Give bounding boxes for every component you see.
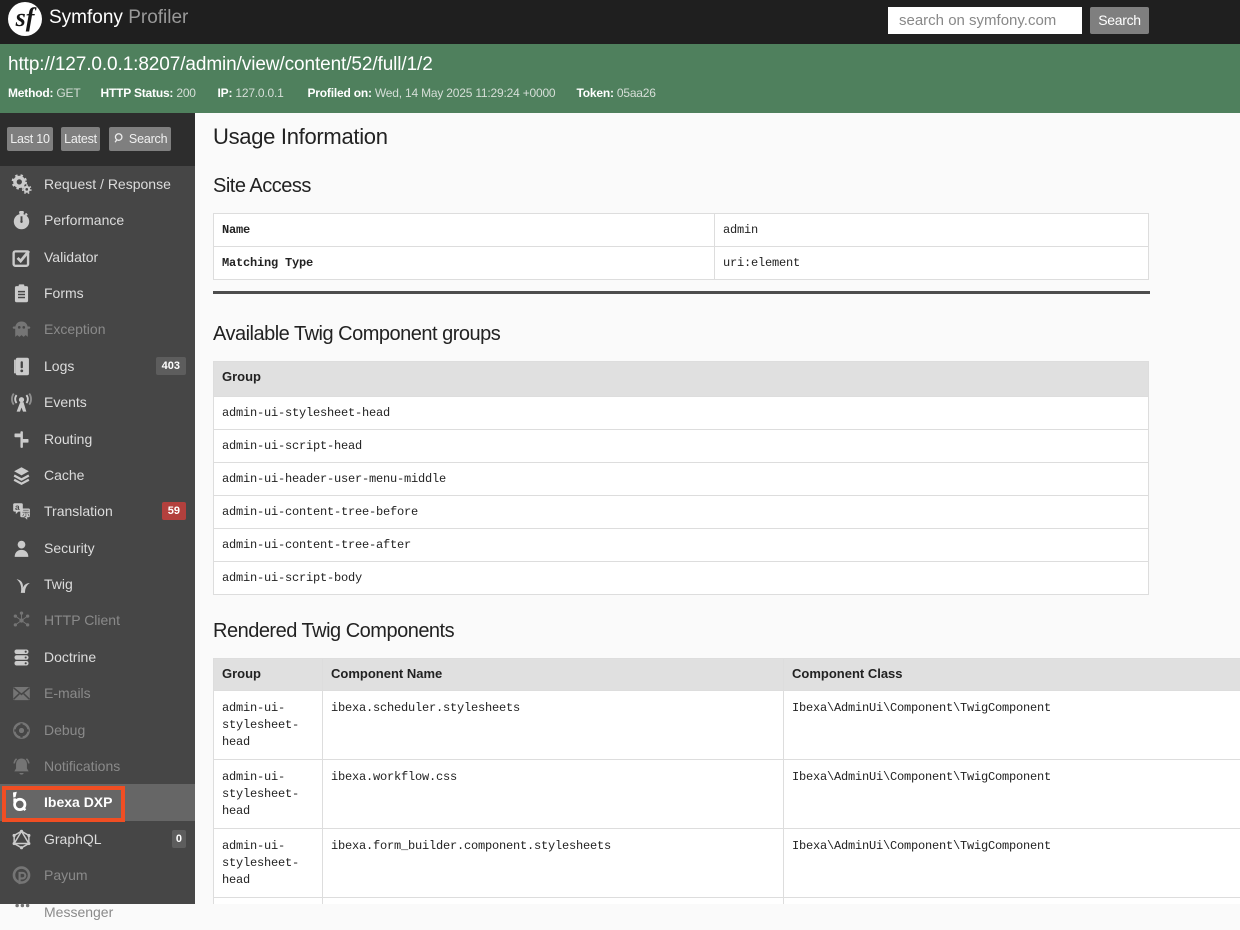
svg-text:a: a bbox=[15, 502, 20, 512]
svg-text:示: 示 bbox=[22, 509, 30, 518]
